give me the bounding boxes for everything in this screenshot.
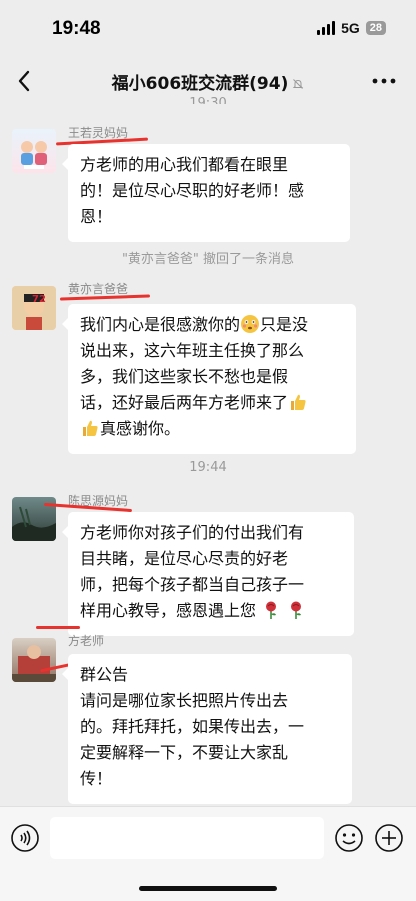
status-time: 19:48	[52, 18, 101, 39]
message-input[interactable]	[50, 817, 324, 859]
signal-icon	[317, 21, 336, 35]
system-notice: "黄亦言爸爸" 撤回了一条消息	[121, 252, 295, 267]
sender-name: 方老师	[68, 634, 105, 648]
chevron-left-icon[interactable]	[12, 66, 38, 96]
emoji-icon[interactable]	[334, 823, 364, 853]
avatar-text: 72	[32, 294, 46, 305]
home-indicator	[139, 886, 277, 891]
chat-title: 福小606班交流群(94)	[0, 69, 416, 94]
rose-emoji	[291, 601, 302, 619]
sender-name: 黄亦言爸爸	[68, 282, 129, 296]
flushed-face-emoji	[241, 315, 260, 333]
message-text-part: 只是没	[260, 315, 309, 334]
avatar[interactable]	[12, 638, 56, 682]
message-text-part: 我们内心是很感激你的	[80, 315, 241, 334]
plus-icon[interactable]	[374, 823, 404, 853]
message-text-part: 说出来，这六年班主任换了那么 多，我们这些家长不愁也是假 话，还好最后两年方老师…	[80, 341, 305, 412]
timestamp-partial: 19:30	[189, 96, 227, 104]
message-bubble[interactable]: 方老师的用心我们都看在眼里 的！是位尽心尽职的好老师！感 恩！	[62, 144, 350, 242]
battery-icon: 28	[365, 21, 386, 35]
message-bubble[interactable]: 方老师你对孩子们的付出我们有 目共睹，是位尽心尽责的好老 师，把每个孩子都当自己…	[62, 512, 354, 636]
avatar[interactable]: 72	[12, 286, 56, 330]
thumbs-up-emoji	[83, 420, 98, 436]
timestamp: 19:44	[189, 460, 227, 475]
chat-title-text: 福小606班交流群(94)	[111, 74, 289, 94]
message-bubble[interactable]: 群公告 请问是哪位家长把照片传出去 的。拜托拜托，如果传出去，一 定要解释一下，…	[62, 654, 352, 804]
voice-icon[interactable]	[10, 823, 40, 853]
status-bar: 19:48 5G 28	[0, 0, 416, 58]
network-type: 5G	[341, 20, 360, 36]
bell-off-icon	[293, 79, 304, 89]
avatar[interactable]	[12, 129, 56, 173]
rose-emoji	[266, 601, 277, 619]
message-bubble[interactable]: 我们内心是很感激你的 只是没 说出来，这六年班主任换了那么 多，我们这些家长不愁也…	[62, 304, 356, 454]
status-indicators: 5G 28	[317, 20, 386, 36]
message-text-part: 真感谢你。	[100, 419, 181, 438]
thumbs-up-emoji	[291, 394, 306, 410]
red-annotation-mark	[36, 626, 80, 629]
more-dots-icon[interactable]	[370, 70, 398, 92]
